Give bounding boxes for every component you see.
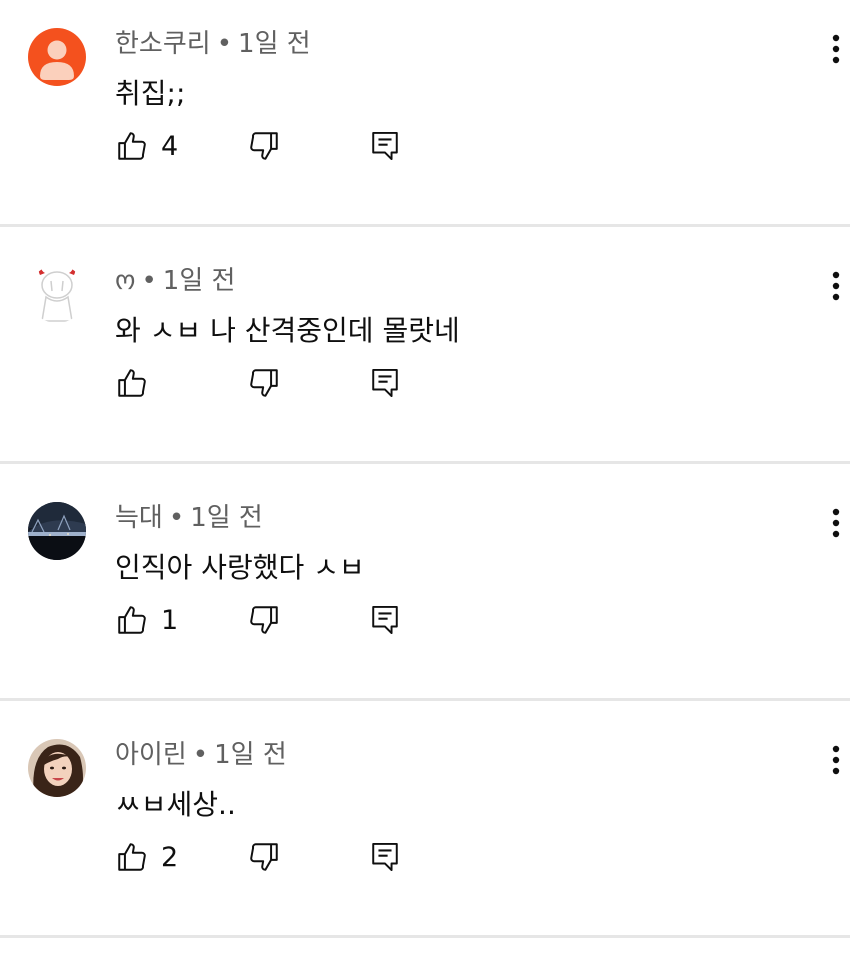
dislike-button[interactable] bbox=[247, 596, 281, 644]
comment-meta: 한소쿠리 • 1일 전 bbox=[115, 26, 311, 62]
default-orange-avatar-icon bbox=[28, 28, 86, 86]
reply-button[interactable] bbox=[369, 596, 401, 644]
comment-text: ㅆㅂ세상.. bbox=[115, 788, 236, 821]
like-count: 4 bbox=[161, 130, 179, 162]
comment-actions bbox=[115, 359, 515, 407]
portrait-avatar-icon bbox=[28, 739, 86, 797]
avatar[interactable] bbox=[28, 739, 86, 797]
reply-comment-icon bbox=[372, 131, 398, 161]
meta-separator: • bbox=[168, 503, 185, 533]
comment-meta: 늑대 • 1일 전 bbox=[115, 500, 263, 536]
like-count: 1 bbox=[161, 604, 179, 636]
reply-comment-icon bbox=[372, 368, 398, 398]
comment-text: 와 ㅅㅂ 나 산격중인데 몰랏네 bbox=[115, 314, 460, 347]
more-vert-icon bbox=[832, 745, 840, 775]
comment-meta: ო • 1일 전 bbox=[115, 263, 235, 299]
dislike-button[interactable] bbox=[247, 122, 281, 170]
comment-item: 아이린 • 1일 전 ㅆㅂ세상.. 2 bbox=[0, 711, 850, 936]
comment-text: 인직아 사랑했다 ㅅㅂ bbox=[115, 551, 365, 584]
author-name[interactable]: 아이린 bbox=[115, 740, 187, 770]
thumbs-down-icon bbox=[250, 132, 278, 160]
reply-comment-icon bbox=[372, 605, 398, 635]
thumbs-up-icon bbox=[118, 369, 146, 397]
dislike-button[interactable] bbox=[247, 833, 281, 881]
meta-separator: • bbox=[192, 740, 209, 770]
comment-text: 취집;; bbox=[115, 77, 186, 110]
more-vert-icon bbox=[832, 508, 840, 538]
more-options-button[interactable] bbox=[818, 30, 850, 70]
like-button[interactable]: 1 bbox=[115, 596, 178, 644]
like-button[interactable]: 4 bbox=[115, 122, 178, 170]
thumbs-down-icon bbox=[250, 606, 278, 634]
comment-item: 늑대 • 1일 전 인직아 사랑했다 ㅅㅂ 1 bbox=[0, 474, 850, 699]
dislike-button[interactable] bbox=[247, 359, 281, 407]
comment-item: ო • 1일 전 와 ㅅㅂ 나 산격중인데 몰랏네 bbox=[0, 237, 850, 462]
like-count: 2 bbox=[161, 841, 179, 873]
comment-time: 1일 전 bbox=[214, 740, 287, 770]
avatar[interactable] bbox=[28, 502, 86, 560]
more-vert-icon bbox=[832, 271, 840, 301]
reply-button[interactable] bbox=[369, 359, 401, 407]
comment-time: 1일 전 bbox=[162, 266, 236, 296]
meta-separator: • bbox=[141, 266, 157, 296]
reply-comment-icon bbox=[372, 842, 398, 872]
comment-time: 1일 전 bbox=[238, 29, 311, 59]
comment-divider bbox=[0, 461, 850, 464]
thumbs-up-icon bbox=[118, 132, 146, 160]
like-button[interactable]: 2 bbox=[115, 833, 178, 881]
comment-divider bbox=[0, 698, 850, 701]
author-name[interactable]: ო bbox=[115, 266, 135, 296]
thumbs-up-icon bbox=[118, 606, 146, 634]
more-vert-icon bbox=[832, 34, 840, 64]
author-name[interactable]: 한소쿠리 bbox=[115, 29, 211, 59]
comment-divider bbox=[0, 224, 850, 227]
meta-separator: • bbox=[216, 29, 233, 59]
more-options-button[interactable] bbox=[818, 267, 850, 307]
comment-actions: 1 bbox=[115, 596, 515, 644]
comment-item: 한소쿠리 • 1일 전 취집;; 4 bbox=[0, 0, 850, 225]
comment-divider bbox=[0, 935, 850, 938]
devil-doodle-avatar-icon bbox=[28, 265, 86, 323]
night-bridge-avatar-icon bbox=[28, 502, 86, 560]
avatar[interactable] bbox=[28, 28, 86, 86]
reply-button[interactable] bbox=[369, 833, 401, 881]
author-name[interactable]: 늑대 bbox=[115, 503, 163, 533]
avatar[interactable] bbox=[28, 265, 86, 323]
comment-meta: 아이린 • 1일 전 bbox=[115, 737, 287, 773]
more-options-button[interactable] bbox=[818, 741, 850, 781]
thumbs-down-icon bbox=[250, 843, 278, 871]
more-options-button[interactable] bbox=[818, 504, 850, 544]
comment-time: 1일 전 bbox=[190, 503, 263, 533]
comment-actions: 2 bbox=[115, 833, 515, 881]
like-button[interactable] bbox=[115, 359, 161, 407]
thumbs-up-icon bbox=[118, 843, 146, 871]
comment-actions: 4 bbox=[115, 122, 515, 170]
reply-button[interactable] bbox=[369, 122, 401, 170]
thumbs-down-icon bbox=[250, 369, 278, 397]
